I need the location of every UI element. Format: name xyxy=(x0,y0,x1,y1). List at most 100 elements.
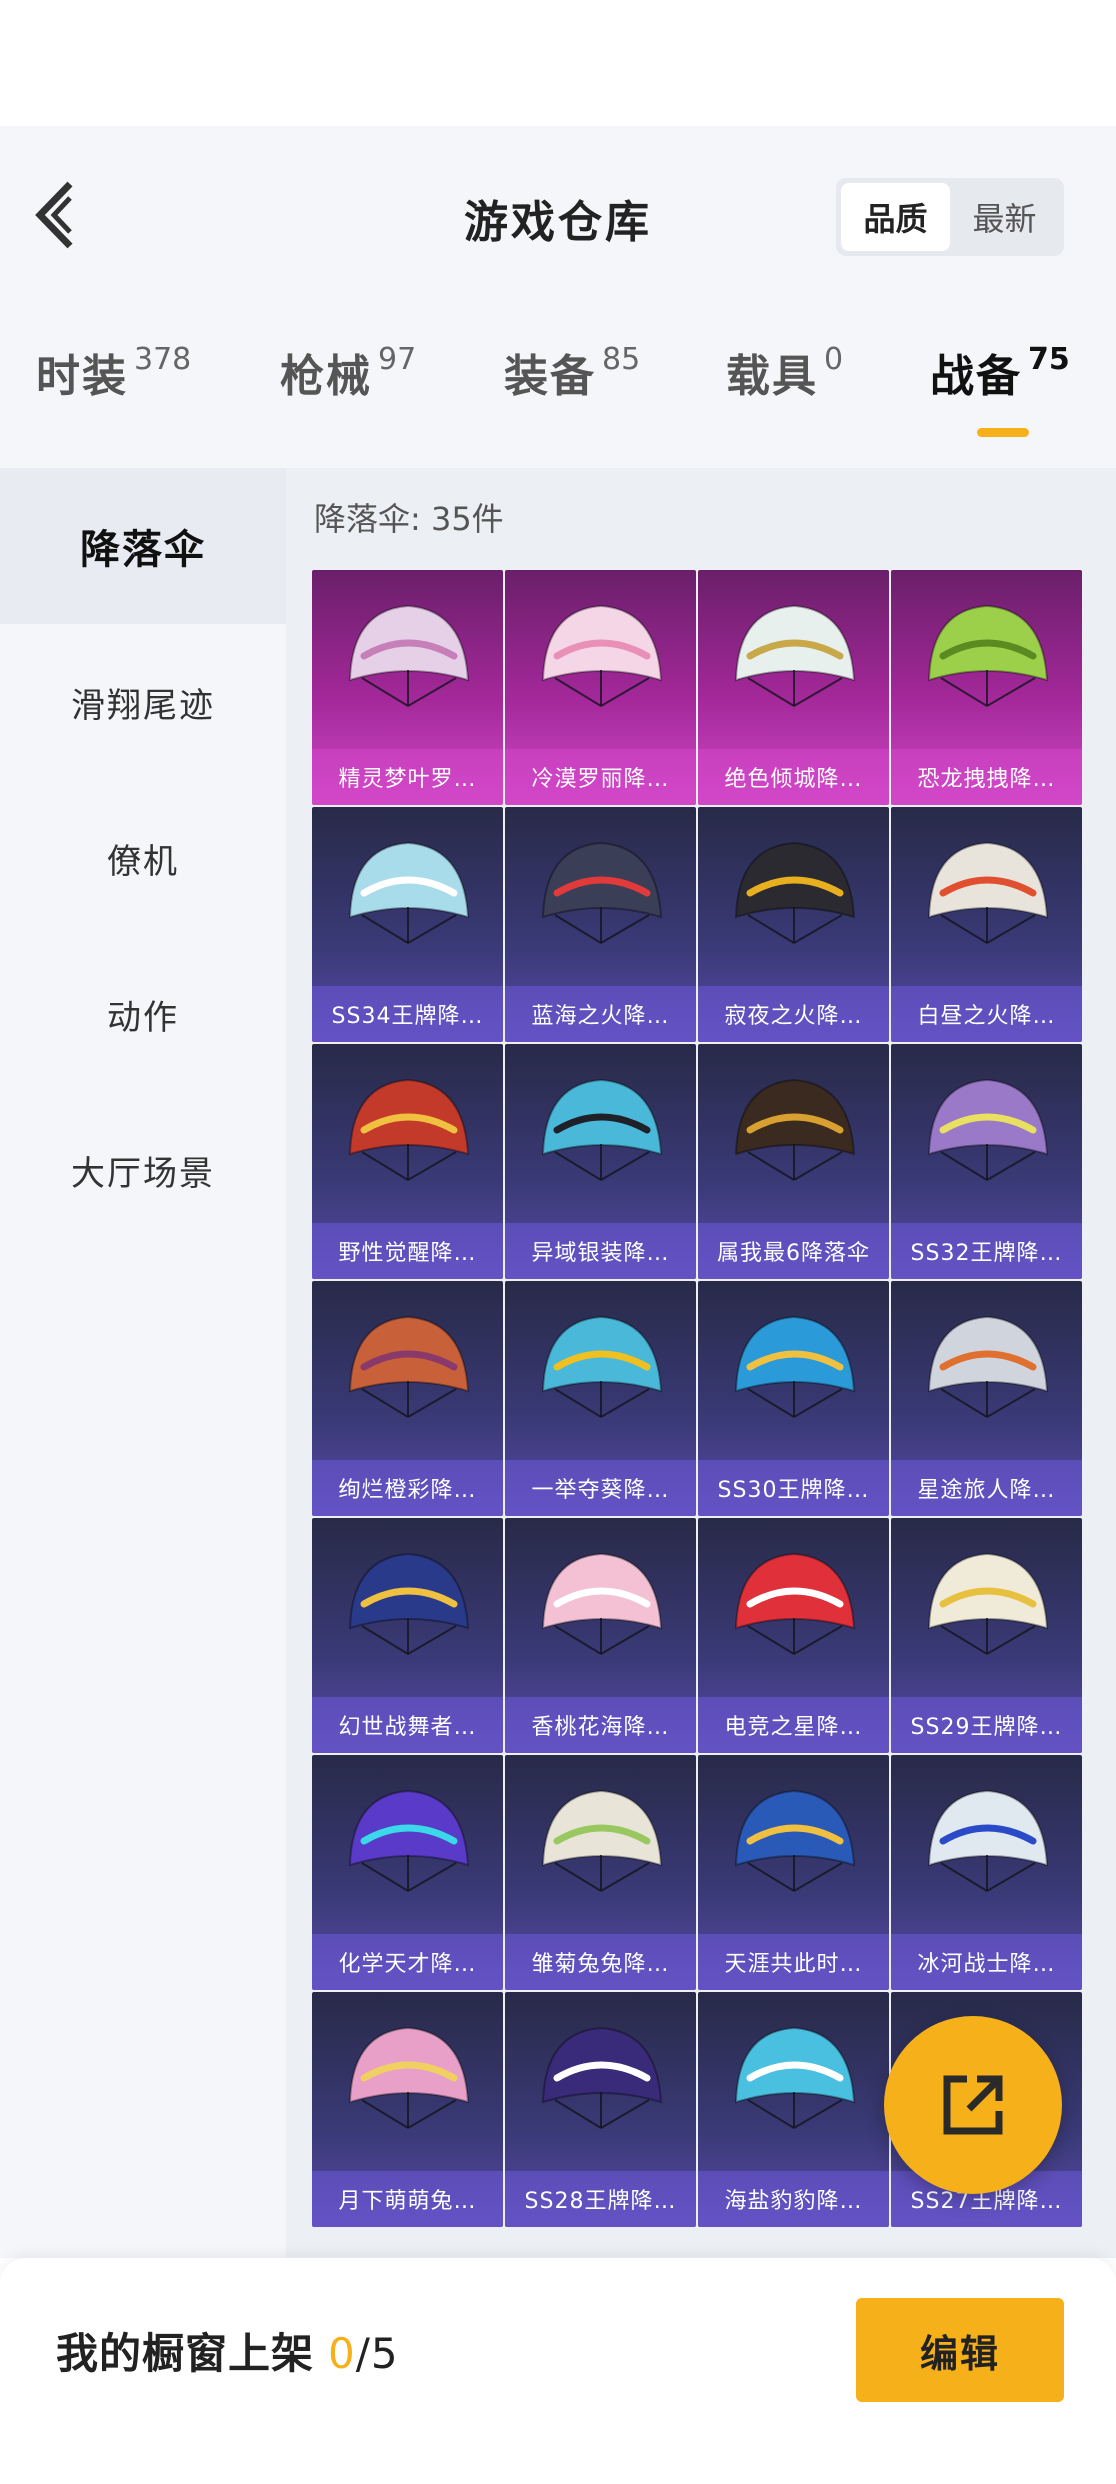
parachute-image xyxy=(541,604,663,707)
item-name: 月下萌萌兔… xyxy=(338,2189,477,2214)
item-name-bar: SS29王牌降… xyxy=(891,1697,1082,1753)
item-name: 绚烂橙彩降… xyxy=(338,1478,477,1503)
item-card[interactable]: 恐龙拽拽降… xyxy=(891,570,1082,805)
item-name: SS34王牌降… xyxy=(331,1004,484,1029)
category-tabs: 时装 378 枪械 97 装备 85 载具 0 战备 75 xyxy=(0,340,1116,440)
item-name-bar: 精灵梦叶罗… xyxy=(312,749,503,805)
item-card[interactable]: 天涯共此时… xyxy=(698,1755,889,1990)
parachute-image xyxy=(541,1789,663,1892)
item-card[interactable]: 寂夜之火降… xyxy=(698,807,889,1042)
item-card[interactable]: 绝色倾城降… xyxy=(698,570,889,805)
parachute-image xyxy=(734,2026,856,2129)
item-name: 寂夜之火降… xyxy=(724,1004,863,1029)
tab-label: 枪械 xyxy=(280,351,372,402)
item-name-bar: 电竞之星降… xyxy=(698,1697,889,1753)
parachute-image xyxy=(734,604,856,707)
item-card[interactable]: 一举夺葵降… xyxy=(505,1281,696,1516)
tab-equipment[interactable]: 装备 85 xyxy=(504,340,640,404)
item-card[interactable]: 海盐豹豹降… xyxy=(698,1992,889,2227)
item-name: 蓝海之火降… xyxy=(531,1004,670,1029)
item-card[interactable]: SS30王牌降… xyxy=(698,1281,889,1516)
item-name-bar: 幻世战舞者… xyxy=(312,1697,503,1753)
item-card[interactable]: 雏菊兔兔降… xyxy=(505,1755,696,1990)
item-card[interactable]: 星途旅人降… xyxy=(891,1281,1082,1516)
item-card[interactable]: SS32王牌降… xyxy=(891,1044,1082,1279)
item-name: SS28王牌降… xyxy=(524,2189,677,2214)
item-name: 香桃花海降… xyxy=(531,1715,670,1740)
sidebar: 降落伞 滑翔尾迹 僚机 动作 大厅场景 xyxy=(0,468,286,2258)
item-name-bar: 绝色倾城降… xyxy=(698,749,889,805)
item-card[interactable]: 香桃花海降… xyxy=(505,1518,696,1753)
tab-count: 75 xyxy=(1028,342,1070,377)
parachute-image xyxy=(927,841,1049,944)
parachute-image xyxy=(734,1789,856,1892)
item-card[interactable]: 化学天才降… xyxy=(312,1755,503,1990)
item-name: 精灵梦叶罗… xyxy=(338,767,477,792)
item-name-bar: 恐龙拽拽降… xyxy=(891,749,1082,805)
item-card[interactable]: 冷漠罗丽降… xyxy=(505,570,696,805)
sort-option-newest[interactable]: 最新 xyxy=(950,183,1059,251)
tab-firearms[interactable]: 枪械 97 xyxy=(280,340,416,404)
parachute-image xyxy=(348,1552,470,1655)
item-name-bar: 海盐豹豹降… xyxy=(698,2171,889,2227)
sidebar-item-lobby-scene[interactable]: 大厅场景 xyxy=(0,1092,286,1248)
item-name-bar: 蓝海之火降… xyxy=(505,986,696,1042)
parachute-image xyxy=(927,1315,1049,1418)
item-name: SS29王牌降… xyxy=(910,1715,1063,1740)
item-name: 一举夺葵降… xyxy=(531,1478,670,1503)
item-name: 异域银装降… xyxy=(531,1241,670,1266)
parachute-image xyxy=(348,2026,470,2129)
edit-button[interactable]: 编辑 xyxy=(856,2298,1064,2402)
share-button[interactable] xyxy=(884,2016,1062,2194)
item-card[interactable]: 野性觉醒降… xyxy=(312,1044,503,1279)
item-name-bar: 属我最6降落伞 xyxy=(698,1223,889,1279)
item-grid: 精灵梦叶罗… 冷漠罗丽降… 绝色倾城降… 恐龙拽拽降… SS34王牌降… 蓝海之火降… 寂夜… xyxy=(312,570,1090,2227)
item-card[interactable]: 异域银装降… xyxy=(505,1044,696,1279)
item-name: 天涯共此时… xyxy=(724,1952,863,1977)
item-card[interactable]: SS34王牌降… xyxy=(312,807,503,1042)
item-card[interactable]: SS29王牌降… xyxy=(891,1518,1082,1753)
item-card[interactable]: 绚烂橙彩降… xyxy=(312,1281,503,1516)
item-card[interactable]: 月下萌萌兔… xyxy=(312,1992,503,2227)
item-name: 幻世战舞者… xyxy=(338,1715,477,1740)
parachute-image xyxy=(734,1315,856,1418)
item-name-bar: 一举夺葵降… xyxy=(505,1460,696,1516)
item-name-bar: 白昼之火降… xyxy=(891,986,1082,1042)
item-card[interactable]: 属我最6降落伞 xyxy=(698,1044,889,1279)
item-name-bar: 寂夜之火降… xyxy=(698,986,889,1042)
item-card[interactable]: 冰河战士降… xyxy=(891,1755,1082,1990)
item-name-bar: 月下萌萌兔… xyxy=(312,2171,503,2227)
parachute-image xyxy=(348,1789,470,1892)
tab-fashion[interactable]: 时装 378 xyxy=(36,340,191,404)
showcase-status: 我的橱窗上架 0 / 5 xyxy=(56,2320,399,2381)
item-card[interactable]: 精灵梦叶罗… xyxy=(312,570,503,805)
item-name: 属我最6降落伞 xyxy=(717,1241,870,1266)
item-name-bar: 野性觉醒降… xyxy=(312,1223,503,1279)
sidebar-item-emote[interactable]: 动作 xyxy=(0,936,286,1092)
item-name: SS32王牌降… xyxy=(910,1241,1063,1266)
item-card[interactable]: SS28王牌降… xyxy=(505,1992,696,2227)
sort-option-quality[interactable]: 品质 xyxy=(841,183,950,251)
sidebar-item-parachute[interactable]: 降落伞 xyxy=(0,468,286,624)
sidebar-item-wingman[interactable]: 僚机 xyxy=(0,780,286,936)
parachute-image xyxy=(348,1078,470,1181)
item-card[interactable]: 幻世战舞者… xyxy=(312,1518,503,1753)
tab-count: 97 xyxy=(378,342,417,377)
parachute-image xyxy=(348,1315,470,1418)
tab-combat-gear[interactable]: 战备 75 xyxy=(930,340,1070,404)
tab-vehicles[interactable]: 载具 0 xyxy=(726,340,843,404)
item-name-bar: SS34王牌降… xyxy=(312,986,503,1042)
item-name: 雏菊兔兔降… xyxy=(531,1952,670,1977)
item-card[interactable]: 白昼之火降… xyxy=(891,807,1082,1042)
active-tab-indicator xyxy=(977,428,1029,437)
item-name-bar: 雏菊兔兔降… xyxy=(505,1934,696,1990)
parachute-image xyxy=(927,604,1049,707)
item-name-bar: 冷漠罗丽降… xyxy=(505,749,696,805)
parachute-image xyxy=(541,841,663,944)
sidebar-item-glide-trail[interactable]: 滑翔尾迹 xyxy=(0,624,286,780)
parachute-image xyxy=(734,841,856,944)
item-card[interactable]: 蓝海之火降… xyxy=(505,807,696,1042)
item-name-bar: 冰河战士降… xyxy=(891,1934,1082,1990)
tab-label: 载具 xyxy=(726,351,818,402)
item-card[interactable]: 电竞之星降… xyxy=(698,1518,889,1753)
